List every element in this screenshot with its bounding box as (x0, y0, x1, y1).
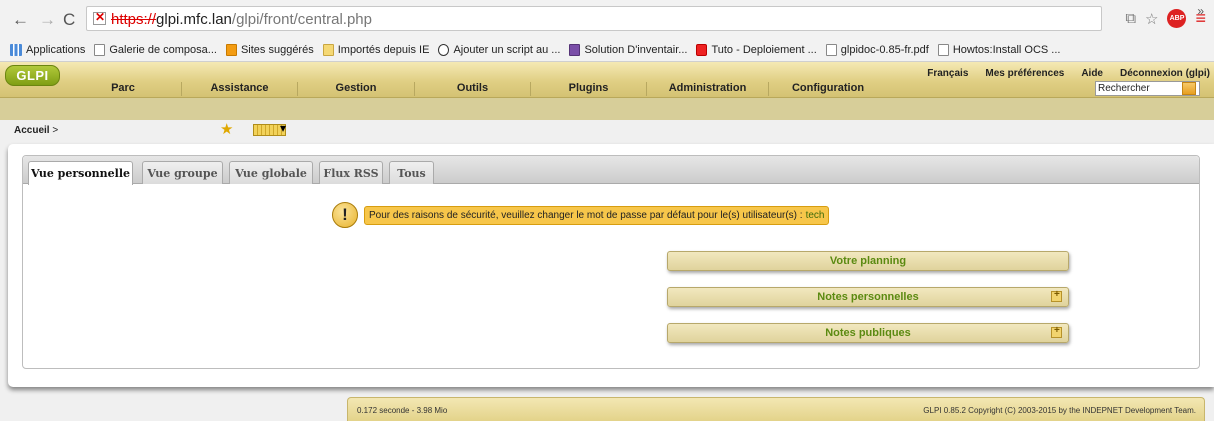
tab-strip: Vue personnelle Vue groupe Vue globale F… (23, 156, 1199, 185)
warning-text: Pour des raisons de sécurité, veuillez c… (369, 209, 803, 221)
breadcrumb-separator: > (52, 125, 59, 136)
footer-timing: 0.172 seconde - 3.98 Mio (357, 406, 448, 415)
back-arrow-icon[interactable]: ← (12, 11, 29, 28)
youtube-icon (696, 44, 708, 56)
menu-assistance[interactable]: Assistance (182, 82, 298, 96)
header-subbar (0, 98, 1214, 120)
footer-copyright[interactable]: GLPI 0.85.2 Copyright (C) 2003-2015 by t… (923, 406, 1196, 415)
menu-configuration[interactable]: Configuration (769, 82, 887, 96)
bookmark-item[interactable]: Tuto - Deploiement ... (696, 44, 817, 56)
menu-outils[interactable]: Outils (415, 82, 531, 96)
bookmark-label: Applications (26, 44, 86, 56)
bookmarks-bar: Applications Galerie de composa... Sites s… (0, 39, 1214, 61)
insecure-lock-icon[interactable] (93, 10, 106, 25)
bookmark-label: Galerie de composa... (109, 44, 217, 56)
forward-arrow-icon[interactable]: → (39, 11, 56, 28)
main-menu: Parc Assistance Gestion Outils Plugins A… (65, 82, 887, 96)
notes-publiques-box[interactable]: Notes publiques (667, 323, 1069, 343)
bookmark-item[interactable]: Galerie de composa... (94, 44, 217, 56)
page-icon (825, 44, 837, 56)
menu-gestion[interactable]: Gestion (298, 82, 415, 96)
reload-icon[interactable]: C (63, 11, 75, 28)
top-links: Français Mes préférences Aide Déconnexio… (927, 68, 1210, 79)
bookmark-item[interactable]: Ajouter un script au ... (438, 44, 560, 56)
face-icon (438, 44, 450, 56)
bookmark-item[interactable]: Sites suggérés (225, 44, 314, 56)
purple-site-icon (569, 44, 581, 56)
apps-grid-icon (10, 44, 22, 56)
votre-planning-box[interactable]: Votre planning (667, 251, 1069, 271)
add-note-icon[interactable] (1051, 325, 1062, 338)
tab-vue-personnelle[interactable]: Vue personnelle (28, 161, 133, 185)
menu-parc[interactable]: Parc (65, 82, 182, 96)
bookmark-label: Importés depuis IE (337, 44, 430, 56)
votre-planning-label[interactable]: Votre planning (830, 255, 906, 267)
add-note-icon[interactable] (1051, 289, 1062, 302)
orange-bookmark-icon (225, 44, 237, 56)
bookmark-label: Ajouter un script au ... (453, 44, 561, 56)
url-text[interactable]: https://glpi.mfc.lan/glpi/front/central.… (111, 11, 372, 28)
notes-personnelles-label[interactable]: Notes personnelles (817, 291, 918, 303)
warning-user-link[interactable]: tech (806, 210, 825, 221)
address-bar[interactable]: https://glpi.mfc.lan/glpi/front/central.… (86, 6, 1102, 31)
footer: 0.172 seconde - 3.98 Mio GLPI 0.85.2 Cop… (347, 397, 1205, 421)
bookmark-star-icon[interactable]: ☆ (1145, 10, 1158, 28)
bookmark-item[interactable]: Importés depuis IE (322, 44, 430, 56)
search-button-icon[interactable] (1182, 82, 1196, 95)
tab-vue-globale[interactable]: Vue globale (229, 161, 313, 184)
page-icon (937, 44, 949, 56)
bookmark-item[interactable]: Applications (10, 44, 85, 56)
language-link[interactable]: Français (927, 68, 968, 79)
url-protocol: https:// (111, 11, 157, 28)
browser-toolbar-icons: ⧉ ☆ ABP ≡ (1125, 8, 1206, 29)
menu-administration[interactable]: Administration (647, 82, 769, 96)
notes-personnelles-box[interactable]: Notes personnelles (667, 287, 1069, 307)
glpi-header: GLPI Français Mes préférences Aide Décon… (0, 62, 1214, 98)
breadcrumb-bar: Accueil > ★ (0, 120, 1214, 142)
bookmark-label: Howtos:Install OCS ... (952, 44, 1061, 56)
warning-icon: ! (332, 202, 358, 228)
help-link[interactable]: Aide (1081, 68, 1103, 79)
bookmark-label: Sites suggérés (240, 44, 314, 56)
folder-icon (322, 44, 334, 56)
adblock-icon[interactable]: ABP (1167, 9, 1187, 28)
bookmarks-more-icon[interactable]: » (1197, 4, 1204, 18)
tab-flux-rss[interactable]: Flux RSS (319, 161, 383, 184)
breadcrumb-home[interactable]: Accueil (14, 125, 50, 136)
tab-vue-groupe[interactable]: Vue groupe (142, 161, 223, 184)
bookmark-item[interactable]: glpidoc-0.85-fr.pdf (825, 44, 929, 56)
glpi-logo[interactable]: GLPI (5, 65, 60, 86)
breadcrumb: Accueil > (14, 125, 58, 136)
page-icon (94, 44, 106, 56)
warning-message: Pour des raisons de sécurité, veuillez c… (364, 205, 830, 225)
bookmark-label: Solution D'inventair... (584, 44, 688, 56)
browser-chrome: ← → C https://glpi.mfc.lan/glpi/front/ce… (0, 0, 1214, 62)
bookmark-star-icon[interactable]: ★ (220, 122, 233, 137)
translate-icon[interactable]: ⧉ (1125, 10, 1136, 27)
preferences-link[interactable]: Mes préférences (985, 68, 1064, 79)
notes-publiques-label[interactable]: Notes publiques (825, 327, 911, 339)
bookmark-label: glpidoc-0.85-fr.pdf (840, 44, 929, 56)
url-path: /glpi/front/central.php (231, 11, 372, 28)
bookmark-item[interactable]: Howtos:Install OCS ... (937, 44, 1061, 56)
display-options-icon[interactable] (253, 121, 286, 136)
bookmark-item[interactable]: Solution D'inventair... (569, 44, 687, 56)
logout-link[interactable]: Déconnexion (glpi) (1120, 68, 1210, 79)
tab-tous[interactable]: Tous (389, 161, 434, 184)
bookmark-label: Tuto - Deploiement ... (711, 44, 817, 56)
url-host: glpi.mfc.lan (156, 11, 232, 28)
menu-plugins[interactable]: Plugins (531, 82, 647, 96)
security-warning: ! Pour des raisons de sécurité, veuillez… (332, 202, 830, 228)
